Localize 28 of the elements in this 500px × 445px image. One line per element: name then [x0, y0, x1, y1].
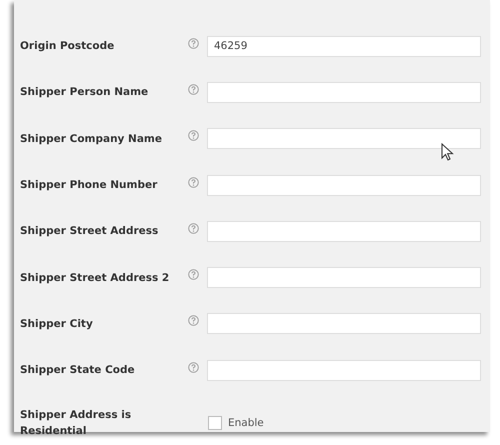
field-label: Shipper Street Address 2 — [19, 272, 170, 284]
help-icon[interactable] — [188, 84, 199, 95]
field-label: Shipper Person Name — [19, 86, 150, 98]
text-field[interactable] — [207, 174, 481, 196]
field-label: Shipper Street Address — [19, 225, 160, 238]
help-icon[interactable] — [188, 269, 199, 280]
text-field[interactable] — [207, 313, 481, 334]
text-field[interactable] — [207, 128, 481, 150]
field-label: Shipper City — [19, 318, 94, 330]
field-label: Shipper Phone Number — [19, 179, 158, 192]
text-field[interactable] — [207, 360, 481, 381]
text-field[interactable] — [207, 82, 481, 103]
help-icon[interactable] — [188, 38, 199, 49]
cursor-icon — [441, 143, 454, 162]
field-label: Shipper Company Name — [19, 132, 163, 145]
text-field[interactable] — [207, 220, 481, 242]
field-label: Origin Postcode — [19, 40, 116, 52]
checkbox[interactable] — [208, 416, 222, 430]
text-field[interactable]: 46259 — [207, 36, 481, 57]
help-icon[interactable] — [188, 362, 199, 373]
field-label: Shipper Address is Residential — [19, 408, 132, 440]
help-icon[interactable] — [188, 130, 199, 142]
help-icon[interactable] — [188, 176, 199, 188]
text-field[interactable] — [207, 267, 481, 288]
help-icon[interactable] — [188, 315, 199, 326]
field-label: Shipper State Code — [19, 364, 136, 376]
help-icon[interactable] — [188, 222, 199, 234]
checkbox-label[interactable]: Enable — [228, 417, 264, 430]
